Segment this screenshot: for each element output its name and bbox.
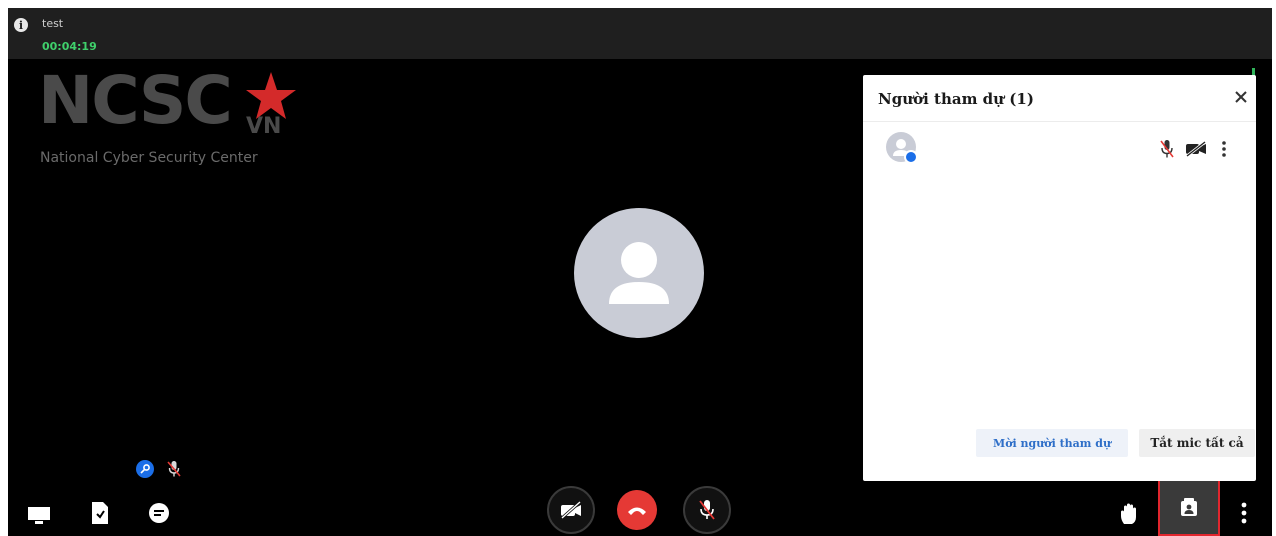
more-vertical-icon[interactable] — [1219, 139, 1229, 159]
screen-share-icon — [28, 507, 50, 524]
screen-share-button[interactable] — [25, 502, 53, 526]
mute-all-button[interactable]: Tắt mic tất cả — [1139, 429, 1255, 457]
ncsc-logo: NCSC VN National Cyber Security Center — [38, 68, 308, 172]
mic-off-icon[interactable] — [1159, 139, 1175, 159]
mic-off-icon — [699, 500, 715, 520]
raise-hand-button[interactable] — [1118, 502, 1140, 526]
logo-suffix: VN — [246, 114, 282, 139]
participants-panel: Người tham dự (1) Mời người tham dự Tắt … — [863, 75, 1256, 481]
chat-button[interactable] — [146, 500, 172, 526]
meeting-title: test — [42, 17, 64, 30]
info-icon[interactable]: i — [14, 18, 28, 32]
meeting-timer: 00:04:19 — [42, 40, 97, 53]
camera-off-icon — [561, 500, 581, 520]
panel-title: Người tham dự (1) — [878, 90, 1034, 108]
more-vertical-icon — [1241, 502, 1247, 524]
panel-divider — [863, 121, 1256, 122]
close-icon[interactable] — [1231, 87, 1251, 107]
more-options-button[interactable] — [1236, 500, 1252, 526]
mic-off-icon — [167, 461, 181, 477]
logo-main-text: NCSC — [38, 62, 233, 139]
toggle-mic-button[interactable] — [683, 486, 731, 534]
participants-button[interactable] — [1158, 478, 1220, 536]
document-button[interactable] — [88, 500, 112, 526]
toggle-camera-button[interactable] — [547, 486, 595, 534]
avatar-silhouette — [609, 242, 669, 304]
key-glyph — [140, 464, 150, 474]
document-icon — [92, 502, 108, 524]
camera-off-icon[interactable] — [1185, 141, 1207, 157]
participants-icon — [1181, 498, 1197, 516]
end-call-button[interactable] — [617, 490, 657, 530]
meeting-app: i test 00:04:19 NCSC VN National Cyber S… — [8, 8, 1272, 536]
chat-icon — [149, 503, 169, 523]
user-avatar-icon — [574, 208, 704, 338]
key-icon — [136, 460, 154, 478]
hand-icon — [1121, 503, 1136, 524]
meeting-header: i test 00:04:19 — [8, 8, 1272, 59]
phone-hangup-icon — [628, 507, 646, 515]
logo-subtitle: National Cyber Security Center — [40, 150, 258, 166]
key-icon — [904, 150, 918, 164]
invite-participants-button[interactable]: Mời người tham dự — [976, 429, 1128, 457]
